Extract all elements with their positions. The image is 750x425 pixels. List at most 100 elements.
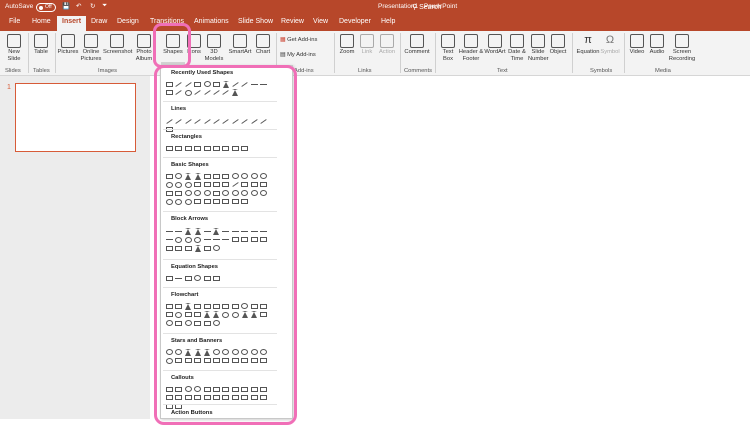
tab-draw[interactable]: Draw (91, 18, 107, 25)
action-button[interactable]: Action (376, 34, 398, 56)
tab-insert[interactable]: Insert (57, 16, 87, 31)
online-pictures-icon (84, 34, 98, 48)
search-box[interactable]: ⚲ Search (412, 3, 441, 11)
header-footer-button[interactable]: Header & Footer (458, 34, 484, 62)
screenshot-icon (110, 34, 124, 48)
chart-label: Chart (255, 49, 271, 55)
divider (400, 33, 401, 73)
new-slide-button[interactable]: New Slide (3, 34, 25, 62)
slide-thumbnail[interactable] (15, 83, 136, 152)
symbol-label: Symbol (600, 49, 620, 55)
tab-design[interactable]: Design (117, 18, 139, 25)
table-button[interactable]: Table (31, 34, 51, 56)
comment-icon (410, 34, 424, 48)
undo-icon[interactable]: ↶ (76, 2, 81, 10)
wordart-button[interactable]: WordArt (484, 34, 506, 56)
search-label: Search (419, 4, 442, 11)
tab-file[interactable]: File (9, 18, 20, 25)
screenshot-button[interactable]: Screenshot (103, 34, 133, 56)
tab-animations[interactable]: Animations (194, 18, 229, 25)
group-label-media: Media (655, 68, 671, 74)
omega-icon: Ω (605, 34, 615, 46)
tab-view[interactable]: View (313, 18, 328, 25)
tab-developer[interactable]: Developer (339, 18, 371, 25)
text-box-button[interactable]: Text Box (438, 34, 458, 62)
link-label: Link (361, 49, 373, 55)
group-label-text: Text (497, 68, 508, 74)
tab-review[interactable]: Review (281, 18, 304, 25)
slide-number-button[interactable]: Slide Number (528, 34, 549, 62)
text-box-icon (441, 34, 455, 48)
screenshot-label: Screenshot (103, 49, 133, 55)
video-icon (630, 34, 644, 48)
date-time-label: Date & Time (508, 49, 526, 62)
pictures-button[interactable]: Pictures (57, 34, 79, 56)
screen-recording-button[interactable]: Screen Recording (668, 34, 696, 62)
ribbon: New Slide Table Pictures Online Pictures… (0, 31, 750, 97)
divider (624, 33, 625, 73)
online-pictures-button[interactable]: Online Pictures (80, 34, 102, 62)
pi-icon: π (584, 34, 592, 46)
photo-album-icon (137, 34, 151, 48)
text-box-label: Text Box (442, 49, 454, 62)
comment-button[interactable]: Comment (402, 34, 432, 56)
equation-label: Equation (576, 49, 600, 55)
divider (28, 33, 29, 73)
tab-help[interactable]: Help (381, 18, 395, 25)
video-button[interactable]: Video (628, 34, 646, 56)
audio-button[interactable]: Audio (647, 34, 667, 56)
calendar-icon (510, 34, 524, 48)
object-button[interactable]: Object (548, 34, 568, 56)
get-addins-button[interactable]: ▦ Get Add-ins (280, 37, 332, 44)
group-label-slides: Slides (5, 68, 21, 74)
divider (55, 33, 56, 73)
group-label-tables: Tables (33, 68, 50, 74)
action-icon (380, 34, 394, 48)
zoom-button[interactable]: Zoom (337, 34, 357, 56)
header-footer-icon (464, 34, 478, 48)
gallery-highlight-annotation (154, 65, 297, 425)
save-icon[interactable]: 💾 (62, 2, 70, 10)
customize-icon[interactable]: ⏷ (102, 2, 107, 10)
online-pictures-label: Online Pictures (80, 49, 102, 62)
smartart-button[interactable]: SmartArt (226, 34, 254, 56)
date-time-button[interactable]: Date & Time (506, 34, 528, 62)
3d-models-button[interactable]: 3D Models (203, 34, 225, 62)
redo-icon[interactable]: ↻ (90, 2, 95, 10)
title-bar: AutoSave Off 💾 ↶ ↻ ⏷ Presentation1 - Pow… (0, 0, 750, 15)
pictures-label: Pictures (57, 49, 79, 55)
new-slide-icon (7, 34, 21, 48)
action-label: Action (378, 49, 396, 55)
chart-icon (256, 34, 270, 48)
video-label: Video (629, 49, 645, 55)
equation-button[interactable]: π Equation (575, 34, 601, 56)
new-slide-label: New Slide (7, 49, 21, 62)
tab-home[interactable]: Home (32, 18, 51, 25)
3d-models-label: 3D Models (204, 49, 224, 62)
autosave-toggle[interactable]: Off (36, 3, 56, 12)
link-button[interactable]: Link (358, 34, 376, 56)
chart-button[interactable]: Chart (254, 34, 272, 56)
slide-number-icon (531, 34, 545, 48)
zoom-label: Zoom (339, 49, 355, 55)
smartart-icon (233, 34, 247, 48)
group-label-links: Links (358, 68, 372, 74)
slide-number: 1 (7, 84, 11, 91)
table-label: Table (34, 49, 48, 55)
divider (334, 33, 335, 73)
group-label-comments: Comments (404, 68, 433, 74)
shapes-highlight-annotation (153, 23, 191, 68)
autosave-label: AutoSave (5, 3, 34, 10)
symbol-button[interactable]: Ω Symbol (600, 34, 620, 56)
group-label-symbols: Symbols (590, 68, 613, 74)
speaker-icon (650, 34, 664, 48)
table-icon (34, 34, 48, 48)
comment-label: Comment (404, 49, 430, 55)
object-icon (551, 34, 565, 48)
my-addins-button[interactable]: ▤ My Add-ins (280, 52, 332, 59)
zoom-icon (340, 34, 354, 48)
header-footer-label: Header & Footer (458, 49, 484, 62)
tab-slide-show[interactable]: Slide Show (238, 18, 273, 25)
object-label: Object (549, 49, 567, 55)
screen-recording-icon (675, 34, 689, 48)
